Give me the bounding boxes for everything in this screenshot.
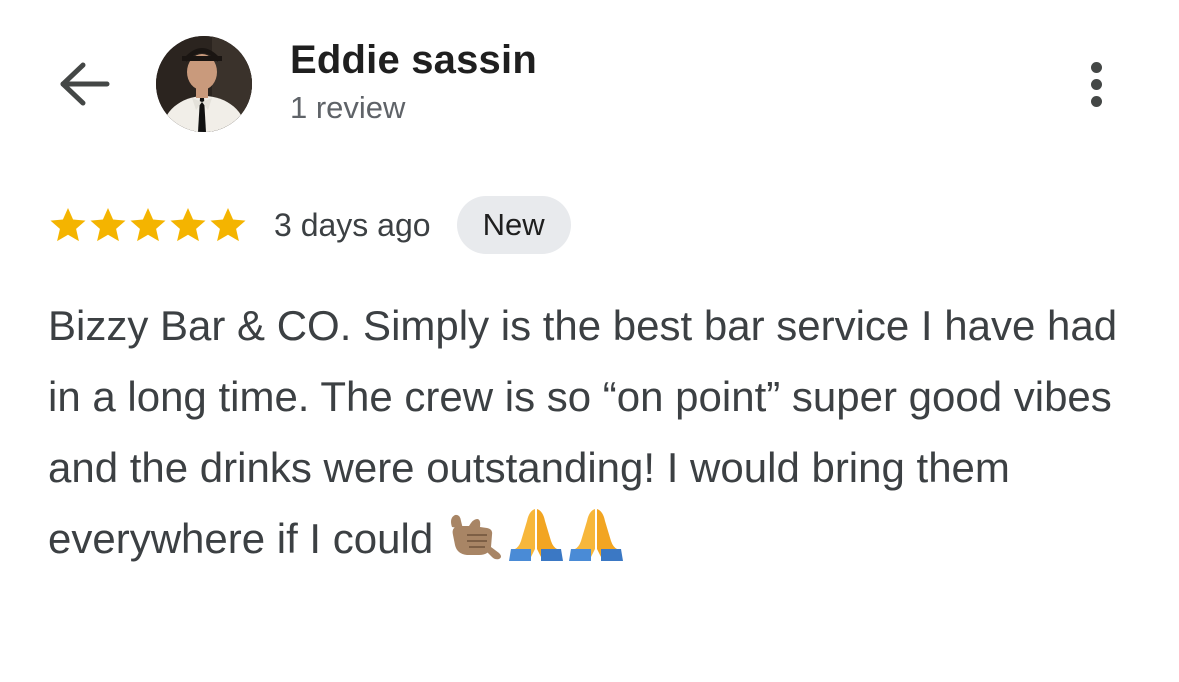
star-icon <box>170 208 206 242</box>
avatar[interactable] <box>156 36 252 132</box>
arrow-back-icon <box>60 62 110 106</box>
reviewer-name[interactable]: Eddie sassin <box>290 38 537 83</box>
review-body: Bizzy Bar & CO. Simply is the best bar s… <box>48 290 1138 574</box>
star-icon <box>90 208 126 242</box>
reviewer-review-count: 1 review <box>290 90 406 125</box>
more-vert-icon-dot <box>1090 78 1102 90</box>
review-detail-page: Eddie sassin 1 review 3 days ago New Biz… <box>0 0 1179 682</box>
profile-photo <box>156 36 252 132</box>
back-button[interactable] <box>48 52 120 116</box>
more-vert-icon-dot <box>1090 95 1102 107</box>
more-options-button[interactable] <box>1072 52 1120 116</box>
more-vert-icon <box>1090 61 1102 73</box>
call-me-hand-icon <box>451 514 502 560</box>
star-icon <box>130 208 166 242</box>
star-icon <box>210 208 246 242</box>
folded-hands-icon <box>569 509 624 561</box>
review-date: 3 days ago <box>274 206 431 243</box>
star-rating <box>48 205 248 245</box>
folded-hands-icon <box>509 509 564 561</box>
review-emojis <box>447 505 625 561</box>
review-meta-row: 3 days ago New <box>48 196 571 254</box>
star-icon <box>50 208 86 242</box>
new-badge: New <box>456 196 571 254</box>
